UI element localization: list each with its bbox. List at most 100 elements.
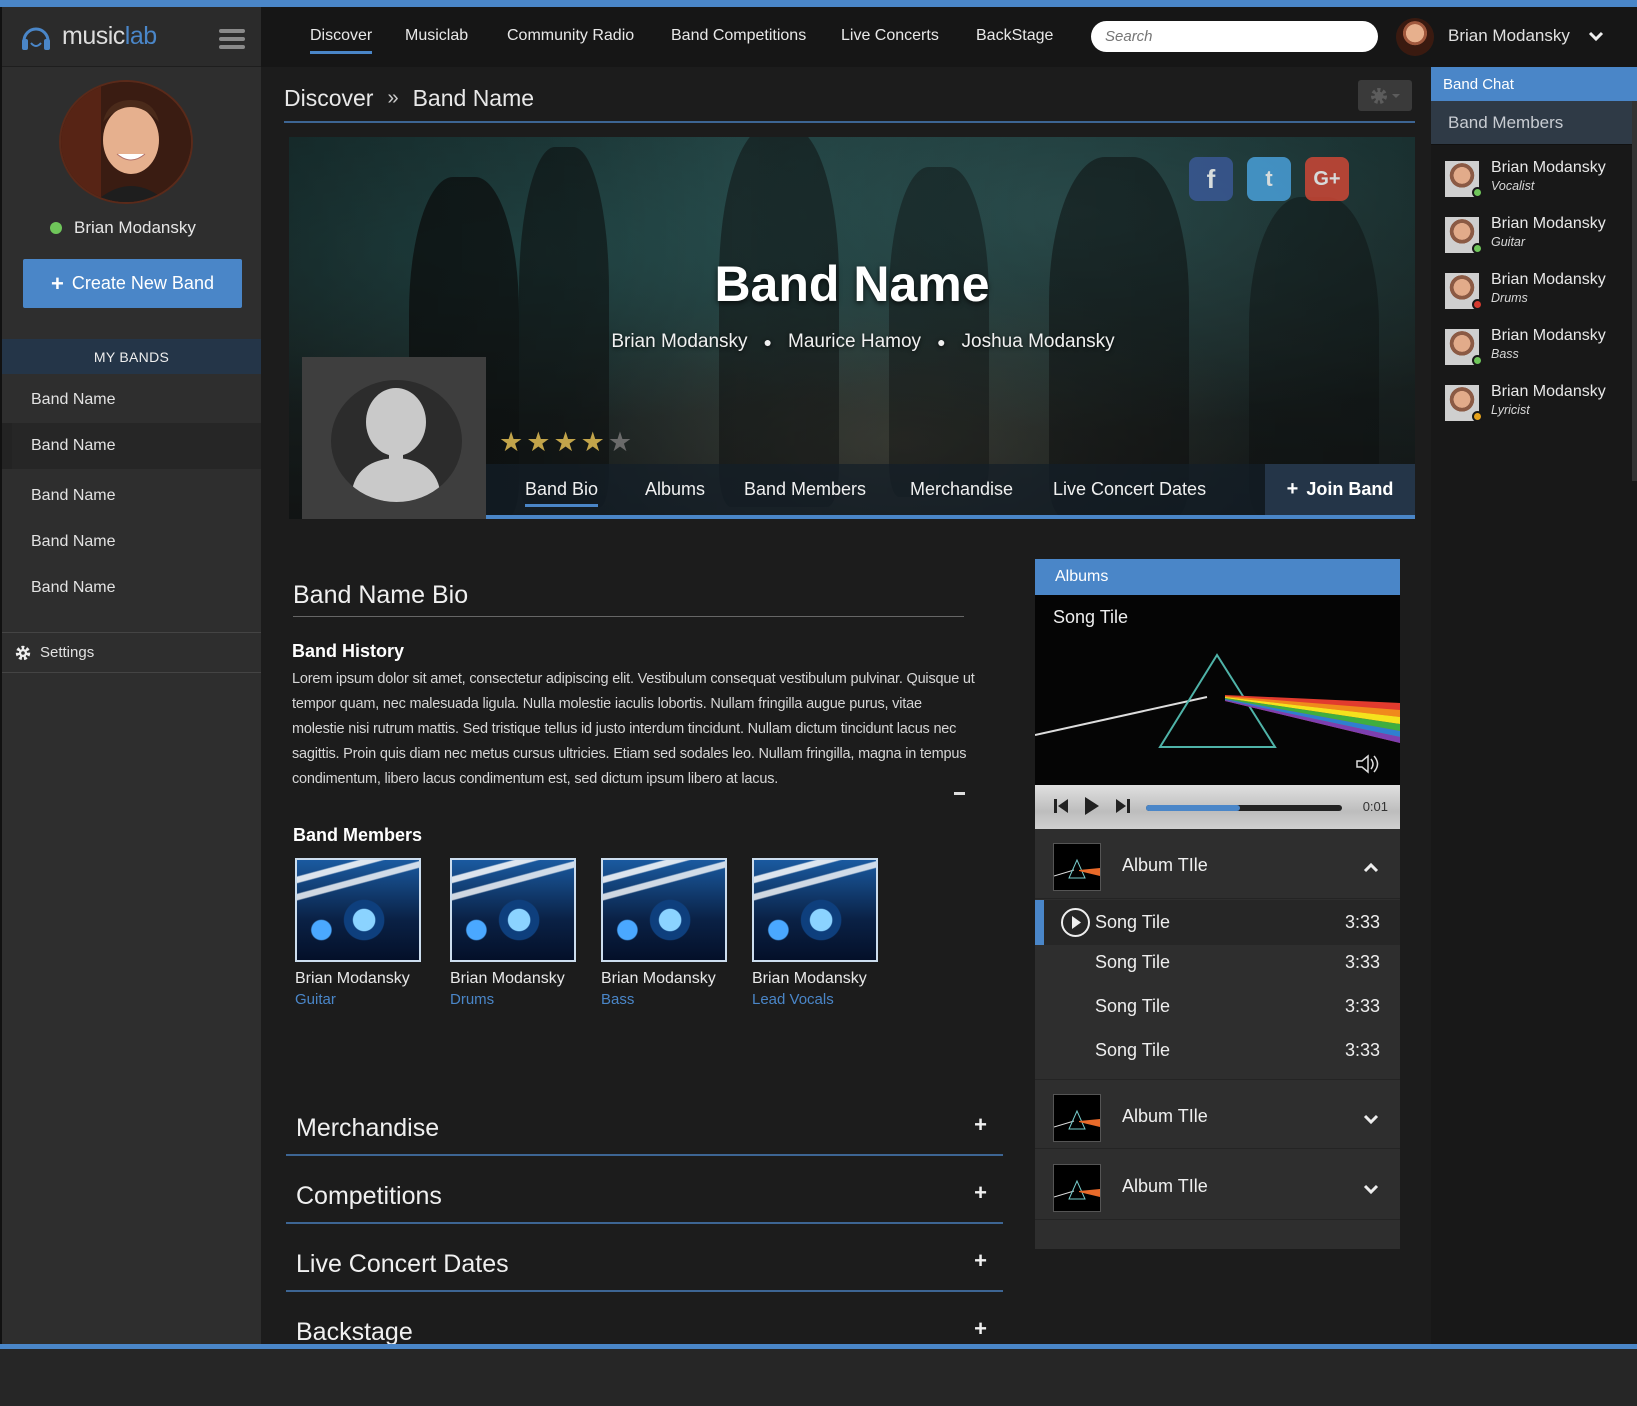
nav-discover[interactable]: Discover <box>310 27 373 54</box>
main-content: Discover » Band Name f t G+ Band Name Br… <box>261 67 1431 1360</box>
collapse-minus-icon[interactable] <box>954 792 965 795</box>
star-filled-icon[interactable]: ★ <box>499 427 526 457</box>
member-name[interactable]: Brian Modansky <box>601 970 751 988</box>
member-card[interactable]: Brian Modansky Drums <box>450 858 600 1008</box>
band-avatar[interactable] <box>302 357 486 519</box>
breadcrumb-root[interactable]: Discover <box>284 85 373 112</box>
now-playing-title: Song Tile <box>1053 607 1129 627</box>
band-rating-stars[interactable]: ★★★★★ <box>499 427 635 458</box>
expand-plus-icon[interactable]: + <box>974 1248 987 1274</box>
star-filled-icon[interactable]: ★ <box>553 427 580 457</box>
page-settings-button[interactable] <box>1358 80 1412 111</box>
chevron-down-icon[interactable] <box>1362 1180 1380 1198</box>
album-thumbnail[interactable] <box>1053 1094 1101 1142</box>
my-bands-heading: MY BANDS <box>2 339 261 374</box>
chat-status-dot <box>1472 299 1483 310</box>
chat-member[interactable]: Brian Modansky Drums <box>1445 269 1635 317</box>
footer <box>0 1349 1637 1406</box>
tab-band-members[interactable]: Band Members <box>744 479 866 500</box>
sidebar-band-item[interactable]: Band Name <box>2 473 261 519</box>
nav-live-concerts[interactable]: Live Concerts <box>841 27 939 45</box>
album-row-collapsed[interactable]: Album TIle <box>1035 1079 1400 1149</box>
member-card[interactable]: Brian Modansky Bass <box>601 858 751 1008</box>
chevron-up-icon[interactable] <box>1362 859 1380 877</box>
member-photo[interactable] <box>601 858 727 962</box>
sidebar-band-item-active[interactable]: Band Name <box>2 423 261 469</box>
google-plus-icon[interactable]: G+ <box>1305 157 1349 201</box>
band-history-text: Lorem ipsum dolor sit amet, consectetur … <box>292 671 975 787</box>
user-avatar[interactable] <box>1396 18 1434 56</box>
expand-plus-icon[interactable]: + <box>974 1316 987 1342</box>
join-band-label: Join Band <box>1306 479 1394 499</box>
gear-icon <box>15 645 31 660</box>
hero-member-name[interactable]: Maurice Hamoy <box>788 331 921 352</box>
skip-forward-icon[interactable] <box>1115 797 1131 815</box>
logo-text-accent: lab <box>124 22 157 50</box>
twitter-icon[interactable]: t <box>1247 157 1291 201</box>
headphones-logo-icon[interactable] <box>20 21 52 53</box>
hamburger-menu-icon[interactable] <box>219 29 245 53</box>
song-row[interactable]: Song Tile 3:33 <box>1035 1028 1400 1073</box>
chat-member[interactable]: Brian Modansky Vocalist <box>1445 157 1635 205</box>
member-photo[interactable] <box>752 858 878 962</box>
tab-albums[interactable]: Albums <box>645 479 705 500</box>
user-name[interactable]: Brian Modansky <box>1448 26 1570 46</box>
logo-text-main: music <box>62 22 125 50</box>
play-icon[interactable] <box>1083 795 1101 817</box>
hero-member-name[interactable]: Brian Modansky <box>611 331 747 352</box>
search-input[interactable] <box>1091 21 1378 52</box>
albums-panel: Albums Song Tile 0:01 Album TIle Song Ti… <box>1035 559 1400 1249</box>
tab-band-bio[interactable]: Band Bio <box>525 479 599 507</box>
sidebar-band-item[interactable]: Band Name <box>2 565 261 611</box>
expand-plus-icon[interactable]: + <box>974 1112 987 1138</box>
accordion-competitions[interactable]: Competitions + <box>286 1156 1003 1224</box>
chat-member[interactable]: Brian Modansky Lyricist <box>1445 381 1635 429</box>
star-empty-icon[interactable]: ★ <box>608 427 635 457</box>
album-thumbnail[interactable] <box>1053 843 1101 891</box>
expand-plus-icon[interactable]: + <box>974 1180 987 1206</box>
chevron-down-icon[interactable] <box>1362 1110 1380 1128</box>
profile-avatar[interactable] <box>59 80 193 204</box>
song-row[interactable]: Song Tile 3:33 <box>1035 984 1400 1029</box>
tab-merchandise[interactable]: Merchandise <box>910 479 1013 500</box>
member-name[interactable]: Brian Modansky <box>450 970 600 988</box>
audio-player: Song Tile <box>1035 595 1400 785</box>
member-card[interactable]: Brian Modansky Guitar <box>295 858 445 1008</box>
facebook-icon[interactable]: f <box>1189 157 1233 201</box>
album-thumbnail[interactable] <box>1053 1164 1101 1212</box>
create-new-band-button[interactable]: + Create New Band <box>23 259 242 308</box>
skip-back-icon[interactable] <box>1053 797 1069 815</box>
join-band-button[interactable]: + Join Band <box>1265 464 1415 515</box>
album-row-expanded[interactable]: Album TIle <box>1035 829 1400 899</box>
member-card[interactable]: Brian Modansky Lead Vocals <box>752 858 902 1008</box>
member-photo[interactable] <box>450 858 576 962</box>
member-name[interactable]: Brian Modansky <box>295 970 445 988</box>
chat-member[interactable]: Brian Modansky Guitar <box>1445 213 1635 261</box>
band-chat-heading[interactable]: Band Chat <box>1431 67 1637 101</box>
member-name[interactable]: Brian Modansky <box>752 970 902 988</box>
song-row-playing[interactable]: Song Tile 3:33 <box>1035 900 1400 945</box>
sidebar-band-item[interactable]: Band Name <box>2 377 261 423</box>
star-filled-icon[interactable]: ★ <box>581 427 608 457</box>
nav-backstage[interactable]: BackStage <box>976 27 1053 45</box>
profile-name-label: Brian Modansky <box>74 218 196 237</box>
member-role: Drums <box>450 991 495 1008</box>
chat-member[interactable]: Brian Modansky Bass <box>1445 325 1635 373</box>
sidebar-band-item[interactable]: Band Name <box>2 519 261 565</box>
nav-band-competitions[interactable]: Band Competitions <box>671 27 806 45</box>
accordion-merchandise[interactable]: Merchandise + <box>286 1088 1003 1156</box>
chevron-down-icon[interactable] <box>1587 27 1605 45</box>
play-circle-icon[interactable] <box>1061 908 1090 937</box>
member-photo[interactable] <box>295 858 421 962</box>
song-row[interactable]: Song Tile 3:33 <box>1035 940 1400 985</box>
playback-progress-bar[interactable] <box>1146 805 1342 811</box>
create-new-band-label: Create New Band <box>71 273 214 293</box>
nav-musiclab[interactable]: Musiclab <box>405 27 468 45</box>
tab-live-concert-dates[interactable]: Live Concert Dates <box>1053 479 1206 500</box>
settings-link[interactable]: Settings <box>2 632 261 673</box>
album-row-collapsed[interactable]: Album TIle <box>1035 1150 1400 1220</box>
hero-member-name[interactable]: Joshua Modansky <box>962 331 1115 352</box>
accordion-live-concert-dates[interactable]: Live Concert Dates + <box>286 1224 1003 1292</box>
nav-community-radio[interactable]: Community Radio <box>507 27 634 45</box>
star-filled-icon[interactable]: ★ <box>526 427 553 457</box>
